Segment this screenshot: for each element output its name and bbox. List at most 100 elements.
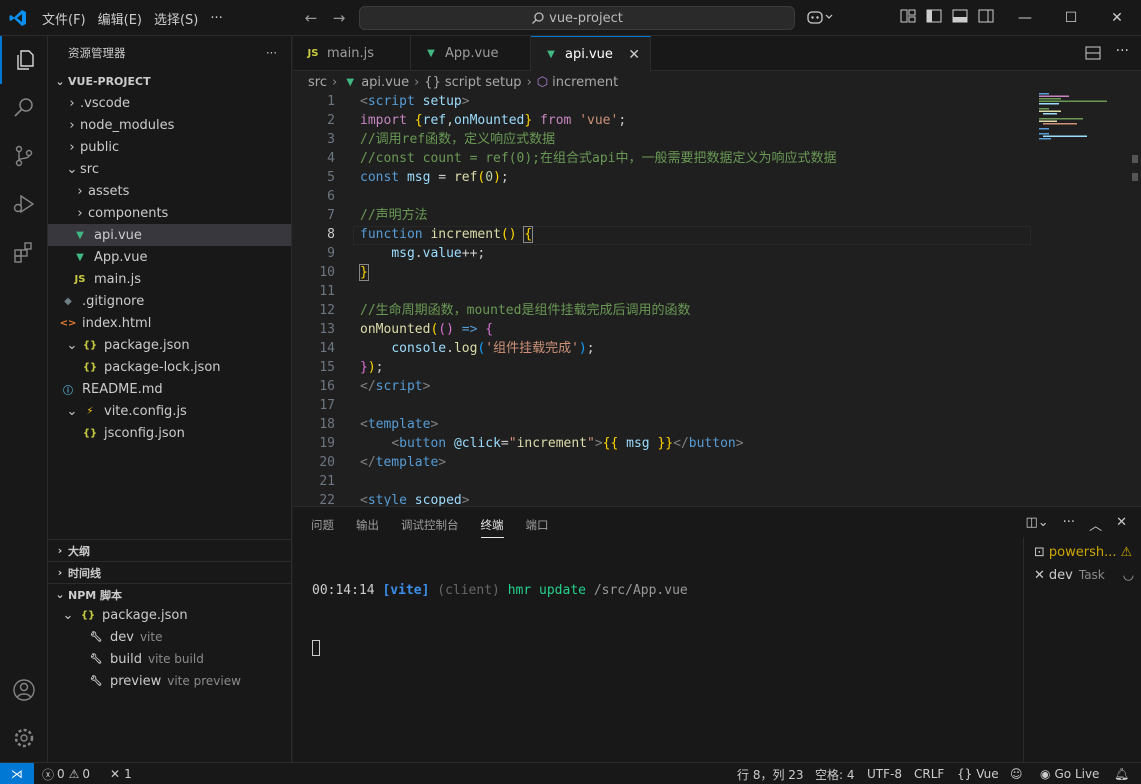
panel-more-icon[interactable]: ··· [1063, 515, 1075, 534]
back-arrow-icon[interactable]: ← [300, 8, 322, 28]
command-center-search[interactable]: vue-project [359, 6, 795, 30]
customize-layout-icon[interactable] [900, 8, 916, 24]
breadcrumb-symbol[interactable]: increment [552, 75, 618, 90]
split-editor-icon[interactable] [1085, 46, 1101, 64]
workspace-root[interactable]: ⌄ VUE-PROJECT [48, 70, 291, 92]
npm-script-preview[interactable]: 🔧︎ preview vite preview [48, 670, 291, 692]
scroll-marker [1132, 173, 1138, 181]
cursor-position[interactable]: 行 8，列 23 [737, 763, 804, 784]
panel-tab-problems[interactable]: 问题 [311, 517, 334, 538]
tree-item-gitignore[interactable]: ◆ .gitignore [48, 290, 291, 312]
tree-item-node-modules[interactable]: › node_modules [48, 114, 291, 136]
run-debug-activity[interactable] [0, 180, 48, 228]
copilot-icon[interactable] [806, 8, 834, 30]
tree-item-public[interactable]: › public [48, 136, 291, 158]
encoding-status[interactable]: UTF-8 [867, 763, 902, 784]
explorer-title: 资源管理器 [68, 46, 126, 60]
braces-icon: {} [424, 74, 441, 90]
language-status[interactable]: {} Vue [957, 763, 999, 784]
timeline-section[interactable]: › 时间线 [48, 561, 291, 583]
terminal-output[interactable]: 00:14:14 [vite] (client) hmr update /src… [312, 543, 688, 695]
indentation-status[interactable]: 空格: 4 [815, 763, 855, 784]
source-control-icon [15, 145, 33, 167]
close-panel-icon[interactable]: ✕ [1116, 515, 1127, 534]
search-activity[interactable] [0, 84, 48, 132]
copilot-status-icon[interactable]: ☺ [1010, 763, 1023, 784]
menu-selection[interactable]: 选择(S) [148, 9, 204, 28]
extensions-activity[interactable] [0, 228, 48, 276]
panel-tab-output[interactable]: 输出 [356, 517, 379, 538]
explorer-activity[interactable] [0, 36, 48, 84]
breadcrumb-src[interactable]: src [308, 75, 327, 90]
ports-status[interactable]: ✕ 1 [110, 763, 132, 784]
chevron-right-icon: › [69, 139, 75, 155]
split-terminal-icon[interactable]: ◫⌄ [1025, 515, 1048, 534]
maximize-panel-icon[interactable]: ︿ [1089, 515, 1102, 534]
tree-item-assets[interactable]: › assets [48, 180, 291, 202]
close-window-button[interactable]: ✕ [1094, 0, 1140, 36]
tree-item-jsconfig[interactable]: {} jsconfig.json [48, 422, 291, 444]
manage-activity[interactable] [0, 714, 48, 762]
eol-status[interactable]: CRLF [914, 763, 944, 784]
editor-scrollbar[interactable] [1130, 93, 1140, 506]
forward-arrow-icon[interactable]: → [328, 8, 350, 28]
outline-section[interactable]: › 大纲 [48, 539, 291, 561]
tree-item-src[interactable]: ⌄ src [48, 158, 291, 180]
tab-api-vue[interactable]: ▼ api.vue ✕ [531, 36, 651, 72]
tree-item-package-lock-json[interactable]: {} package-lock.json [48, 356, 291, 378]
npm-script-dev[interactable]: 🔧︎ dev vite [48, 626, 291, 648]
remote-indicator[interactable]: ⋊ [0, 763, 34, 784]
tree-item-components[interactable]: › components [48, 202, 291, 224]
panel-tab-debug-console[interactable]: 调试控制台 [401, 517, 459, 538]
toggle-secondary-sidebar-icon[interactable] [978, 8, 994, 24]
code-line: function increment() { [360, 226, 534, 243]
tree-item-package-json[interactable]: ⌄ {} package.json [48, 334, 291, 356]
tree-item-main-js[interactable]: JS main.js [48, 268, 291, 290]
toggle-primary-sidebar-icon[interactable] [926, 8, 942, 24]
breadcrumb-file[interactable]: api.vue [361, 75, 409, 90]
menu-file[interactable]: 文件(F) [36, 9, 92, 28]
terminal-client: (client) [437, 583, 500, 598]
search-icon [14, 98, 33, 117]
npm-package-label: package.json [102, 607, 188, 623]
npm-script-build[interactable]: 🔧︎ build vite build [48, 648, 291, 670]
accounts-activity[interactable] [0, 666, 48, 714]
source-control-activity[interactable] [0, 132, 48, 180]
panel-tab-ports[interactable]: 端口 [526, 517, 549, 538]
notifications-icon[interactable]: 🔔︎ [1114, 763, 1129, 784]
minimize-button[interactable]: — [1002, 0, 1048, 36]
panel-tab-terminal[interactable]: 终端 [480, 517, 504, 538]
tree-item-vite-config[interactable]: ⌄ ⚡ vite.config.js [48, 400, 291, 422]
menu-edit[interactable]: 编辑(E) [92, 9, 148, 28]
maximize-button[interactable]: ☐ [1048, 0, 1094, 36]
terminal-item-dev[interactable]: ✕ dev Task ◡ [1034, 564, 1134, 586]
go-live-status[interactable]: ◉ Go Live [1040, 763, 1099, 784]
tab-main-js[interactable]: JS main.js [293, 36, 411, 71]
close-tab-icon[interactable]: ✕ [628, 47, 640, 63]
editor-more-actions-icon[interactable]: ··· [1116, 43, 1129, 59]
explorer-more-actions[interactable]: ··· [266, 46, 277, 60]
method-symbol-icon: ⬡ [536, 74, 549, 90]
code-editor[interactable]: 1 2 3 4 5 6 7 8 9 10 11 12 13 14 15 16 1… [293, 93, 1141, 506]
tree-item-readme[interactable]: ⓘ README.md [48, 378, 291, 400]
tree-item-label: api.vue [94, 227, 142, 243]
terminal-item-powershell[interactable]: ⊡ powersh... ⚠ [1034, 541, 1132, 563]
vite-file-icon: ⚡ [86, 405, 94, 417]
tree-item-label: index.html [82, 315, 152, 331]
tab-app-vue[interactable]: ▼ App.vue [411, 36, 531, 71]
tree-item-index-html[interactable]: <> index.html [48, 312, 291, 334]
problems-status[interactable]: ⓧ 0 ⚠ 0 [42, 763, 90, 784]
toggle-panel-icon[interactable] [952, 8, 968, 24]
chevron-right-icon: › [57, 566, 63, 579]
npm-scripts-section[interactable]: ⌄ NPM 脚本 [48, 583, 291, 605]
minimap[interactable] [1039, 93, 1129, 173]
json-file-icon: {} [82, 361, 98, 373]
tree-item-app-vue[interactable]: ▼ App.vue [48, 246, 291, 268]
code-line: //声明方法 [360, 208, 428, 223]
tree-item-api-vue[interactable]: ▼ api.vue [48, 224, 291, 246]
breadcrumb-script-setup[interactable]: script setup [445, 75, 522, 90]
tree-item-vscode[interactable]: › .vscode [48, 92, 291, 114]
tree-item-label: package.json [104, 337, 190, 353]
menu-more[interactable]: ··· [204, 11, 228, 26]
npm-package-json[interactable]: ⌄ {} package.json [48, 604, 291, 626]
